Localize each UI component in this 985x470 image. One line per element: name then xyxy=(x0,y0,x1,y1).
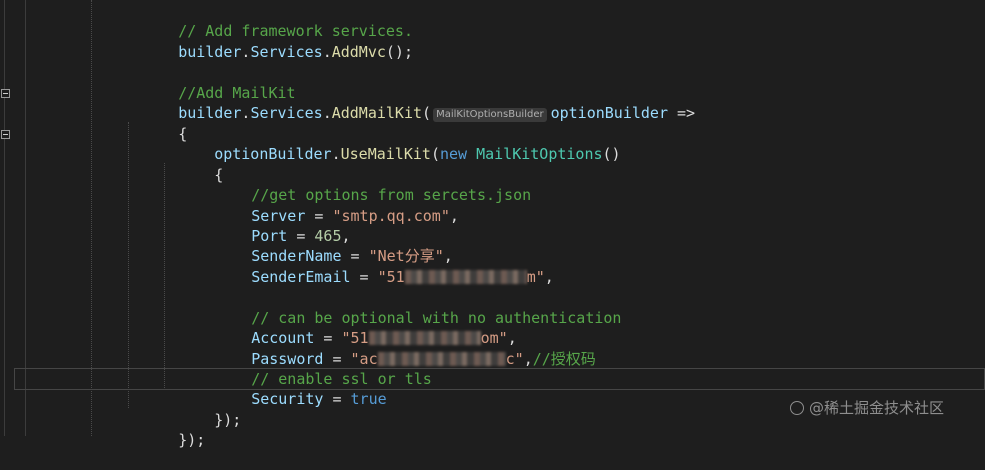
identifier: Services xyxy=(250,104,323,122)
identifier: Services xyxy=(250,43,323,61)
code-line-6: { xyxy=(124,104,187,143)
lambda-arrow: => xyxy=(677,104,696,122)
indent-guide xyxy=(128,122,129,408)
code-line-16: Account = "51 om", xyxy=(251,329,517,347)
code-line-18: // enable ssl or tls xyxy=(197,349,432,388)
code-line-20: }); xyxy=(160,390,241,429)
punctuation: () xyxy=(602,145,621,163)
code-line-15: // can be optional with no authenticatio… xyxy=(197,288,621,327)
watermark-text: @稀土掘金技术社区 xyxy=(809,399,945,417)
type-name: MailKitOptions xyxy=(476,145,603,163)
current-line-highlight xyxy=(14,368,985,390)
gutter-divider xyxy=(4,0,5,436)
property: Security xyxy=(251,390,324,408)
identifier: optionBuilder xyxy=(214,145,332,163)
code-line-1: // Add framework services. xyxy=(124,1,413,40)
string-literal: "51 xyxy=(377,268,405,286)
closing-brace: }); xyxy=(214,411,242,429)
method-name: AddMvc xyxy=(331,43,386,61)
parameter: optionBuilder xyxy=(550,104,668,122)
method-name: AddMailKit xyxy=(331,104,423,122)
collapse-icon[interactable] xyxy=(1,130,10,139)
keyword: new xyxy=(439,145,468,163)
identifier: builder xyxy=(178,104,242,122)
code-line-9: //get options from sercets.json xyxy=(197,165,531,204)
code-editor[interactable]: // Add framework services. builder.Servi… xyxy=(0,0,985,449)
juejin-logo-icon xyxy=(790,401,804,415)
code-line-11: Port = 465, xyxy=(251,227,351,245)
punctuation: (); xyxy=(385,43,413,61)
code-line-12: SenderName = "Net分享", xyxy=(251,247,453,265)
comment: //授权码 xyxy=(532,350,596,368)
redacted-text xyxy=(404,270,527,284)
watermark: @稀土掘金技术社区 xyxy=(790,397,944,419)
property: SenderEmail xyxy=(251,268,351,286)
identifier: builder xyxy=(178,43,242,61)
code-line-19: Security = true xyxy=(251,390,387,408)
parameter-type-hint: MailKitOptionsBuilder xyxy=(433,108,547,122)
string-literal: m" xyxy=(526,268,545,286)
code-line-10: Server = "smtp.qq.com", xyxy=(251,207,459,225)
code-line-7: optionBuilder.UseMailKit(new MailKitOpti… xyxy=(214,145,621,163)
code-line-5: builder.Services.AddMailKit(MailKitOptio… xyxy=(178,104,696,122)
keyword: true xyxy=(350,390,387,408)
method-name: UseMailKit xyxy=(340,145,431,163)
code-line-8: { xyxy=(160,145,223,184)
code-line-4: //Add MailKit xyxy=(124,63,295,102)
code-line-17: Password = "ac c",//授权码 xyxy=(251,350,596,368)
code-line-21: }); xyxy=(124,410,205,449)
collapse-icon[interactable] xyxy=(1,89,10,98)
closing-brace: }); xyxy=(178,431,206,449)
code-line-13: SenderEmail = "51 m", xyxy=(251,268,554,286)
code-line-2: builder.Services.AddMvc(); xyxy=(178,43,413,61)
string-literal: c" xyxy=(505,350,524,368)
